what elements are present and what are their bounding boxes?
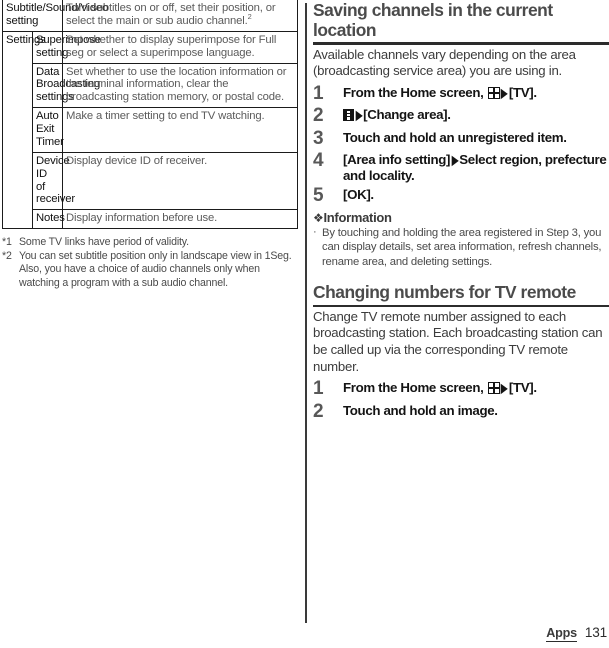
- footnote-text: Some TV links have period of validity.: [19, 236, 189, 249]
- step-number: 5: [313, 185, 324, 207]
- step-number: 4: [313, 149, 324, 171]
- diamond-icon: ❖: [313, 210, 324, 225]
- step-list: 1 From the Home screen, ▶[TV]. 2 Touch a…: [313, 379, 609, 421]
- bullet-icon: ·: [313, 225, 317, 238]
- page-footer: Apps 131: [546, 625, 607, 642]
- right-arrow-icon: ▶: [451, 153, 459, 169]
- right-column: Saving channels in the current location …: [313, 0, 609, 648]
- step-text: [Area info setting]▶Select region, prefe…: [343, 151, 609, 183]
- table-cell-setting-name: Superimpose setting: [32, 30, 101, 64]
- step-text-post: [TV].: [508, 380, 537, 396]
- table-cell-description-text: Turn subtitles on or off, set their posi…: [66, 2, 276, 27]
- section-intro: Change TV remote number assigned to each…: [313, 308, 603, 374]
- step-text: ▶[Change area].: [343, 106, 609, 123]
- step-text: From the Home screen, ▶[TV].: [343, 379, 609, 396]
- right-arrow-icon: ▶: [500, 86, 508, 102]
- step-number: 2: [313, 400, 324, 422]
- table-cell-description: Display device ID of receiver.: [62, 151, 298, 211]
- tv-settings-table: Subtitle/Sound/Video setting Turn subtit…: [2, 0, 298, 230]
- step-text-pre: [Area info setting]: [343, 151, 451, 167]
- table-cell-description: Set whether to display superimpose for F…: [62, 30, 298, 64]
- step-text: From the Home screen, ▶[TV].: [343, 84, 609, 101]
- app-grid-icon[interactable]: [487, 382, 500, 395]
- heading-rule: [313, 42, 609, 45]
- app-grid-icon[interactable]: [487, 86, 500, 99]
- table-cell-setting-name: Data Broadcasting settings: [32, 62, 100, 109]
- step-item: 1 From the Home screen, ▶[TV].: [313, 82, 609, 104]
- step-text-post: [TV].: [508, 84, 537, 100]
- page-title: Saving channels in the current location: [313, 0, 553, 40]
- step-number: 2: [313, 105, 324, 127]
- footer-section-tab: Apps: [546, 626, 577, 642]
- heading-rule: [313, 304, 609, 307]
- step-number: 1: [313, 82, 324, 104]
- table-row: Subtitle/Sound/Video setting Turn subtit…: [2, 0, 298, 32]
- step-text-pre: From the Home screen,: [343, 84, 487, 100]
- left-column: Subtitle/Sound/Video setting Turn subtit…: [0, 0, 300, 648]
- table-cell-setting-name: Notes: [32, 209, 65, 230]
- section-heading: Changing numbers for TV remote: [313, 281, 576, 302]
- step-list: 1 From the Home screen, ▶[TV]. 2 ▶[Chang…: [313, 82, 609, 207]
- information-label: Information: [323, 209, 392, 225]
- table-cell-setting-name: Device ID of receiver: [32, 151, 75, 211]
- footnote-marker: *1: [2, 236, 12, 249]
- information-item: · By touching and holding the area regis…: [313, 226, 609, 269]
- column-divider: [305, 3, 307, 623]
- step-item: 3 Touch and hold an unregistered item.: [313, 127, 609, 149]
- table-cell-description: Make a timer setting to end TV watching.: [62, 107, 298, 153]
- step-item: 5 [OK].: [313, 185, 609, 207]
- table-cell-setting-name: Auto Exit Timer: [32, 107, 64, 153]
- right-arrow-icon: ▶: [500, 381, 508, 397]
- table-row: Device ID of receiver Display device ID …: [3, 151, 298, 211]
- footnotes-block: *1 Some TV links have period of validity…: [2, 236, 298, 290]
- table-cell-description: Set whether to use the location informat…: [62, 62, 298, 109]
- footnote-item: *1 Some TV links have period of validity…: [2, 236, 298, 250]
- information-heading: ❖Information: [313, 209, 609, 225]
- step-text: [OK].: [343, 187, 374, 203]
- table-cell-description: Turn subtitles on or off, set their posi…: [62, 0, 298, 32]
- footnote-marker: 2: [247, 12, 252, 22]
- step-item: 4 [Area info setting]▶Select region, pre…: [313, 149, 609, 183]
- step-text: Touch and hold an unregistered item.: [343, 129, 567, 145]
- step-item: 1 From the Home screen, ▶[TV].: [313, 378, 609, 400]
- step-item: 2 ▶[Change area].: [313, 105, 609, 127]
- step-text-post: [Change area].: [363, 107, 451, 123]
- page-number: 131: [584, 625, 607, 640]
- table-cell-setting-name: Subtitle/Sound/Video setting: [2, 0, 108, 32]
- table-row: Settings Superimpose setting Set whether…: [2, 30, 298, 230]
- table-cell-group-settings: Settings: [2, 30, 46, 230]
- table-row: Auto Exit Timer Make a timer setting to …: [3, 107, 298, 153]
- footnote-text: You can set subtitle position only in la…: [19, 249, 292, 289]
- information-text: By touching and holding the area registe…: [322, 226, 602, 268]
- right-arrow-icon: ▶: [355, 108, 363, 124]
- step-item: 2 Touch and hold an image.: [313, 400, 609, 422]
- table-row: Notes Display information before use.: [3, 209, 298, 230]
- step-text: Touch and hold an image.: [343, 402, 498, 418]
- footnote-item: *2 You can set subtitle position only in…: [2, 250, 298, 291]
- overflow-menu-icon[interactable]: [343, 109, 354, 122]
- step-number: 1: [313, 378, 324, 400]
- step-number: 3: [313, 127, 324, 149]
- table-row: Data Broadcasting settings Set whether t…: [3, 62, 298, 109]
- footnote-marker: *2: [2, 249, 12, 262]
- step-text-pre: From the Home screen,: [343, 380, 487, 396]
- section-intro: Available channels vary depending on the…: [313, 46, 576, 79]
- table-cell-description: Display information before use.: [62, 209, 298, 230]
